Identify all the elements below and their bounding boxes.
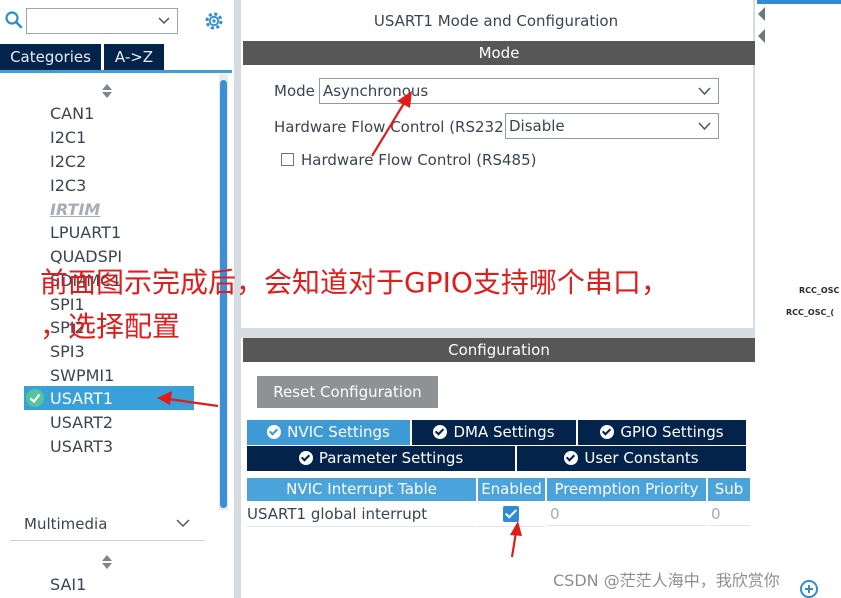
search-icon[interactable] bbox=[4, 10, 24, 30]
tab-dma-settings[interactable]: DMA Settings bbox=[412, 420, 576, 445]
tab-label: Parameter Settings bbox=[318, 449, 464, 467]
hw-flow-rs485-label: Hardware Flow Control (RS485) bbox=[301, 151, 537, 169]
sub-priority-cell[interactable]: 0 bbox=[708, 502, 750, 526]
tab-label: GPIO Settings bbox=[620, 423, 724, 441]
interrupt-name-cell: USART1 global interrupt bbox=[247, 502, 476, 527]
hw-flow-rs232-select[interactable]: Disable bbox=[505, 113, 719, 139]
panel-gap bbox=[241, 328, 755, 338]
peripheral-item-usart2[interactable]: USART2 bbox=[50, 413, 113, 432]
tab-a-z[interactable]: A->Z bbox=[103, 44, 164, 70]
column-header-enabled[interactable]: Enabled bbox=[478, 478, 545, 501]
peripheral-item-usart3[interactable]: USART3 bbox=[50, 437, 113, 456]
chevron-down-icon bbox=[698, 87, 711, 96]
tab-label: NVIC Settings bbox=[287, 423, 390, 441]
tab-gpio-settings[interactable]: GPIO Settings bbox=[578, 420, 746, 445]
peripheral-item-label: USART1 bbox=[50, 389, 114, 408]
chevron-down-icon bbox=[698, 122, 711, 131]
chevron-down-icon[interactable] bbox=[176, 518, 190, 528]
peripheral-item-sai1[interactable]: SAI1 bbox=[50, 575, 86, 594]
mode-select-value: Asynchronous bbox=[323, 82, 429, 100]
divider bbox=[10, 540, 205, 541]
check-circle-icon bbox=[26, 389, 44, 407]
check-circle-icon bbox=[600, 425, 615, 439]
check-circle-icon bbox=[298, 451, 313, 465]
column-header-interrupt-table[interactable]: NVIC Interrupt Table bbox=[247, 478, 476, 501]
sort-arrows-icon[interactable] bbox=[102, 84, 112, 98]
peripheral-item-swpmi1[interactable]: SWPMI1 bbox=[50, 366, 114, 385]
annotation-text-line1: 前面图示完成后，会知道对于GPIO支持哪个串口， bbox=[40, 266, 669, 299]
peripheral-item-i2c2[interactable]: I2C2 bbox=[50, 152, 86, 171]
column-header-sub[interactable]: Sub bbox=[708, 478, 750, 501]
collapse-arrows-icon[interactable] bbox=[756, 5, 765, 45]
tab-label: User Constants bbox=[584, 449, 699, 467]
peripheral-item-i2c3[interactable]: I2C3 bbox=[50, 176, 86, 195]
mode-select[interactable]: Asynchronous bbox=[319, 78, 719, 104]
annotation-text-line2: ，选择配置 bbox=[40, 310, 181, 343]
tabs-underline bbox=[0, 70, 232, 73]
sort-arrows-icon[interactable] bbox=[102, 555, 112, 569]
column-header-preemption-priority[interactable]: Preemption Priority bbox=[547, 478, 706, 501]
pin-label-rcc-osc-2: RCC_OSC_( bbox=[786, 308, 834, 317]
check-circle-icon bbox=[433, 425, 448, 439]
search-combo[interactable] bbox=[26, 8, 178, 34]
mode-label: Mode bbox=[274, 82, 315, 100]
peripheral-item-i2c1[interactable]: I2C1 bbox=[50, 128, 86, 147]
tab-parameter-settings[interactable]: Parameter Settings bbox=[247, 446, 515, 471]
tab-user-constants[interactable]: User Constants bbox=[517, 446, 746, 471]
check-circle-icon bbox=[564, 451, 579, 465]
tab-categories[interactable]: Categories bbox=[0, 44, 101, 70]
category-multimedia[interactable]: Multimedia bbox=[24, 515, 107, 533]
hw-flow-rs232-value: Disable bbox=[509, 117, 565, 135]
peripheral-item-lpuart1[interactable]: LPUART1 bbox=[50, 223, 121, 242]
mode-section-header: Mode bbox=[243, 41, 755, 65]
hw-flow-rs485-checkbox[interactable] bbox=[281, 153, 294, 166]
watermark: CSDN @茫茫人海中，我欣赏你 bbox=[553, 571, 780, 590]
peripheral-item-can1[interactable]: CAN1 bbox=[50, 104, 94, 123]
canvas-top-bar bbox=[757, 0, 841, 4]
hw-flow-rs232-label: Hardware Flow Control (RS232) bbox=[274, 118, 510, 136]
peripheral-item-irtim[interactable]: IRTIM bbox=[50, 200, 100, 219]
pin-label-rcc-osc: RCC_OSC bbox=[799, 286, 840, 295]
zoom-icon[interactable] bbox=[798, 578, 822, 598]
reset-configuration-button[interactable]: Reset Configuration bbox=[257, 376, 438, 408]
mode-panel-title: USART1 Mode and Configuration bbox=[373, 12, 619, 30]
check-circle-icon bbox=[267, 425, 282, 439]
preemption-priority-cell[interactable]: 0 bbox=[547, 502, 706, 526]
interrupt-enabled-checkbox[interactable] bbox=[503, 506, 519, 522]
configuration-section-header: Configuration bbox=[243, 338, 755, 362]
tab-label: DMA Settings bbox=[453, 423, 555, 441]
tab-nvic-settings[interactable]: NVIC Settings bbox=[247, 420, 410, 445]
gear-icon[interactable] bbox=[203, 10, 225, 32]
chevron-down-icon bbox=[158, 17, 170, 25]
